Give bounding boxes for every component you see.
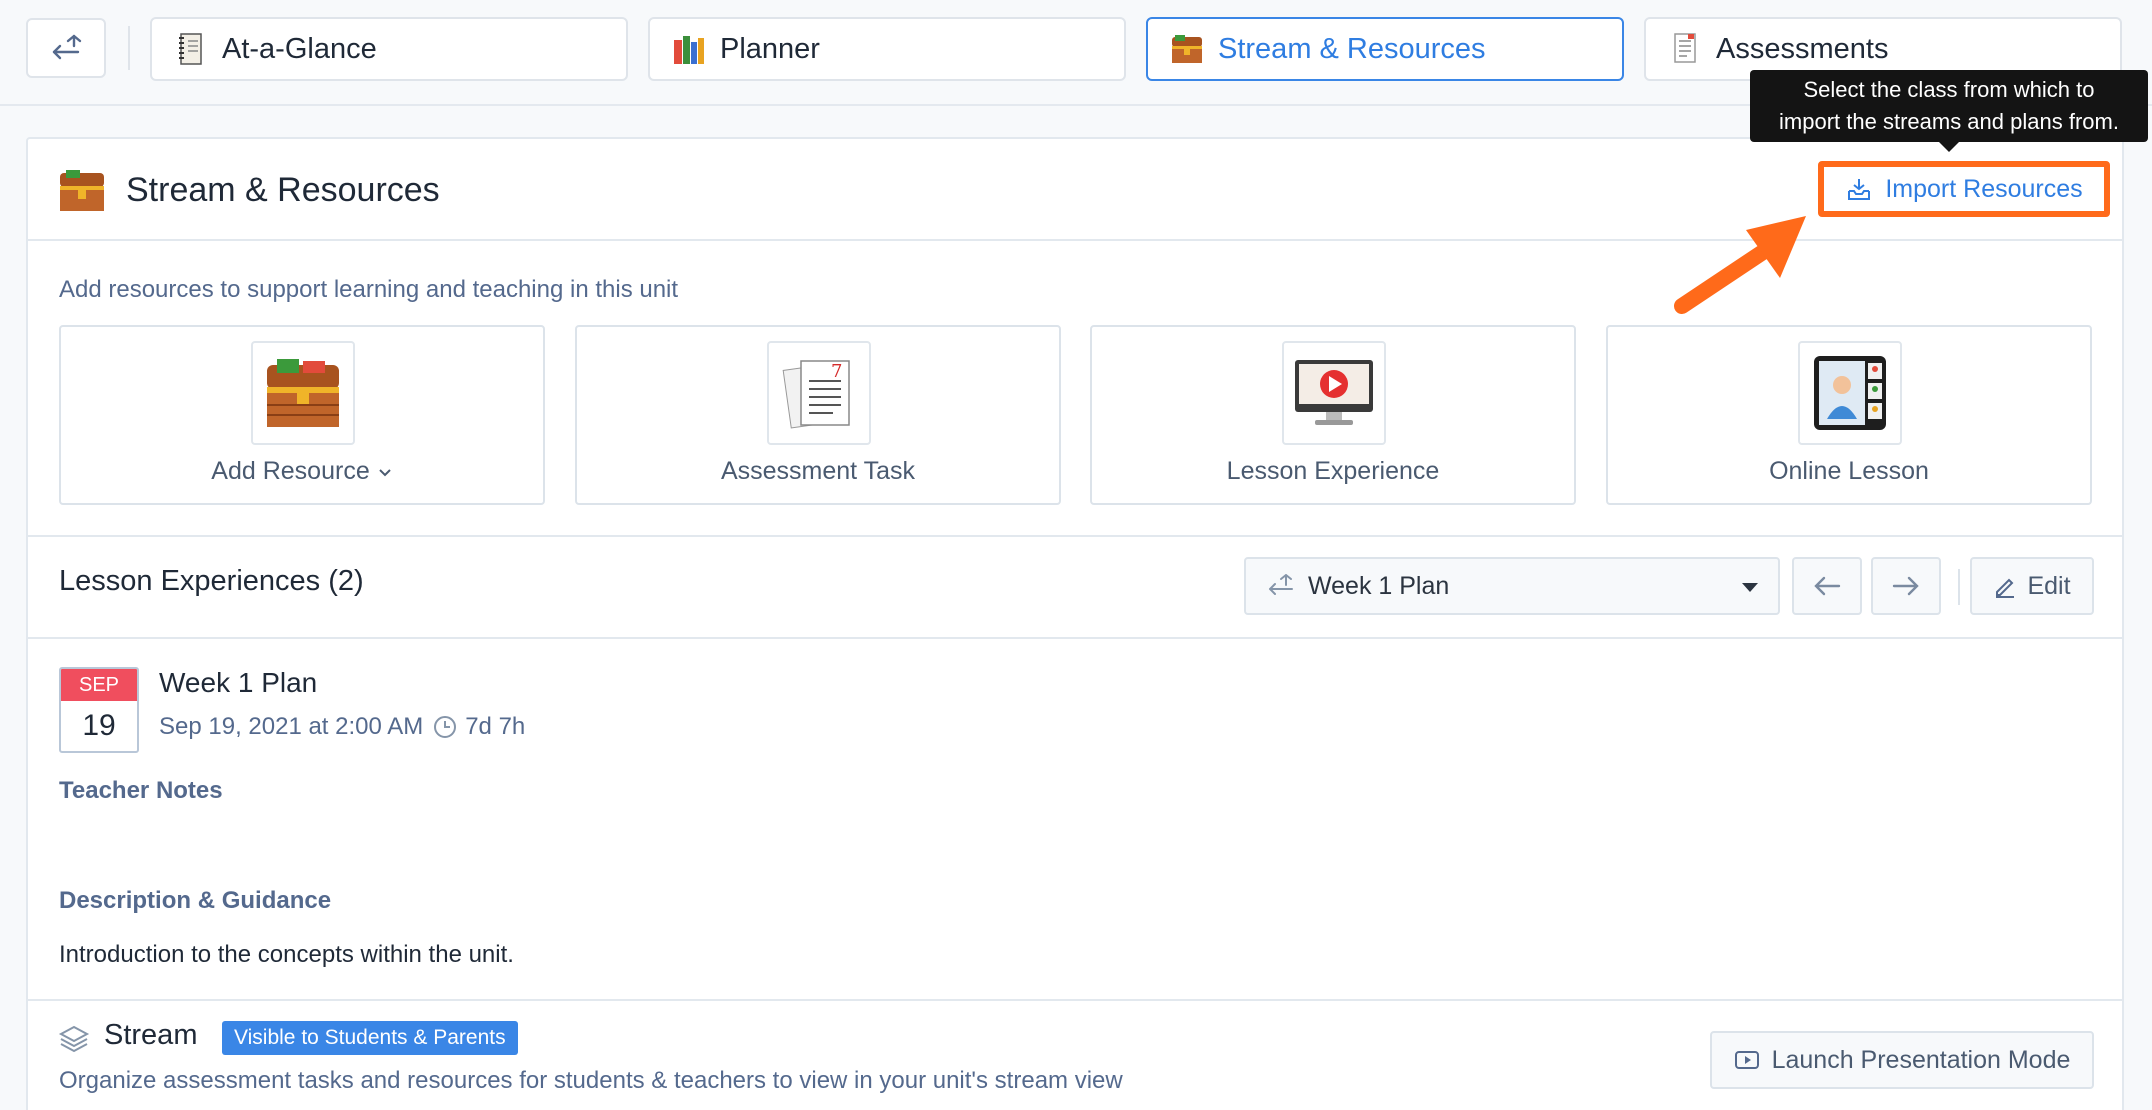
import-resources-button[interactable]: Import Resources <box>1818 161 2110 217</box>
edit-label: Edit <box>2027 571 2071 600</box>
plan-duration: 7d 7h <box>465 713 526 740</box>
next-plan-button[interactable] <box>1871 557 1941 615</box>
date-month: SEP <box>61 669 137 701</box>
plan-name: Week 1 Plan <box>159 667 318 698</box>
document-icon <box>1668 31 1702 67</box>
import-tooltip: Select the class from which to import th… <box>1750 70 2148 142</box>
tab-label: Assessments <box>1716 32 1889 65</box>
video-monitor-icon <box>1282 341 1386 445</box>
svg-text:7: 7 <box>831 361 842 382</box>
notebook-icon <box>174 31 208 67</box>
assessment-task-tile[interactable]: 7 Assessment Task <box>575 325 1061 505</box>
description-text: Introduction to the concepts within the … <box>59 941 514 968</box>
arrow-right-icon <box>1892 576 1919 596</box>
treasure-chest-icon <box>251 341 355 445</box>
section-divider <box>28 535 2122 537</box>
tab-planner[interactable]: Planner <box>648 17 1126 81</box>
tooltip-line: import the streams and plans from. <box>1779 109 2119 134</box>
online-lesson-label: Online Lesson <box>1769 457 1929 485</box>
tooltip-line: Select the class from which to <box>1803 77 2095 102</box>
online-lesson-tile[interactable]: Online Lesson <box>1606 325 2092 505</box>
plan-meta: Sep 19, 2021 at 2:00 AM 7d 7h <box>159 713 525 741</box>
edit-button[interactable]: Edit <box>1970 557 2094 615</box>
previous-plan-button[interactable] <box>1792 557 1862 615</box>
section-divider <box>28 999 2122 1001</box>
visibility-badge: Visible to Students & Parents <box>222 1021 518 1055</box>
lesson-experience-tile[interactable]: Lesson Experience <box>1090 325 1576 505</box>
import-resources-label: Import Resources <box>1885 174 2083 203</box>
chevron-down-icon <box>378 469 391 477</box>
swap-arrows-icon <box>1269 574 1293 595</box>
stream-title: Stream <box>104 1019 198 1051</box>
add-resource-tile[interactable]: Add Resource <box>59 325 545 505</box>
toolbar-divider <box>1958 569 1960 605</box>
lesson-experiences-heading: Lesson Experiences (2) <box>59 565 364 597</box>
layers-icon <box>58 1025 90 1053</box>
add-resource-label: Add Resource <box>211 457 370 485</box>
description-label: Description & Guidance <box>59 887 332 914</box>
plan-select-value: Week 1 Plan <box>1308 571 1450 600</box>
page-title: Stream & Resources <box>126 171 440 209</box>
lesson-experience-label: Lesson Experience <box>1226 457 1440 485</box>
plan-datetime: Sep 19, 2021 at 2:00 AM <box>159 713 424 740</box>
assessment-papers-icon: 7 <box>767 341 871 445</box>
tile-label: Add Resource <box>61 457 543 486</box>
books-icon <box>672 31 706 67</box>
video-call-icon <box>1798 341 1902 445</box>
arrow-left-icon <box>1814 576 1841 596</box>
import-tray-icon <box>1848 179 1871 200</box>
assessment-task-label: Assessment Task <box>720 457 916 485</box>
resources-subtitle: Add resources to support learning and te… <box>59 276 679 303</box>
tab-divider <box>128 26 130 70</box>
swap-arrows-icon <box>52 34 82 60</box>
back-button[interactable] <box>26 18 106 78</box>
section-divider <box>28 637 2122 639</box>
stream-description: Organize assessment tasks and resources … <box>59 1067 1123 1094</box>
launch-presentation-label: Launch Presentation Mode <box>1771 1045 2071 1074</box>
pencil-icon <box>1996 578 2015 598</box>
clock-icon <box>434 716 457 738</box>
date-badge: SEP 19 <box>59 667 139 753</box>
treasure-chest-icon <box>58 167 106 215</box>
tab-stream-resources[interactable]: Stream & Resources <box>1146 17 1624 81</box>
play-screen-icon <box>1734 1051 1759 1069</box>
caret-down-icon <box>1742 583 1758 592</box>
launch-presentation-button[interactable]: Launch Presentation Mode <box>1710 1031 2094 1089</box>
teacher-notes-label: Teacher Notes <box>59 777 223 804</box>
tab-label: Stream & Resources <box>1218 32 1486 65</box>
tab-label: At-a-Glance <box>222 32 377 65</box>
treasure-chest-icon <box>1170 31 1204 67</box>
tab-at-a-glance[interactable]: At-a-Glance <box>150 17 628 81</box>
plan-select-dropdown[interactable]: Week 1 Plan <box>1244 557 1780 615</box>
tab-label: Planner <box>720 32 820 65</box>
date-day: 19 <box>82 709 116 742</box>
callout-arrow-icon <box>1674 216 1806 314</box>
tooltip-pointer <box>1939 142 1959 152</box>
